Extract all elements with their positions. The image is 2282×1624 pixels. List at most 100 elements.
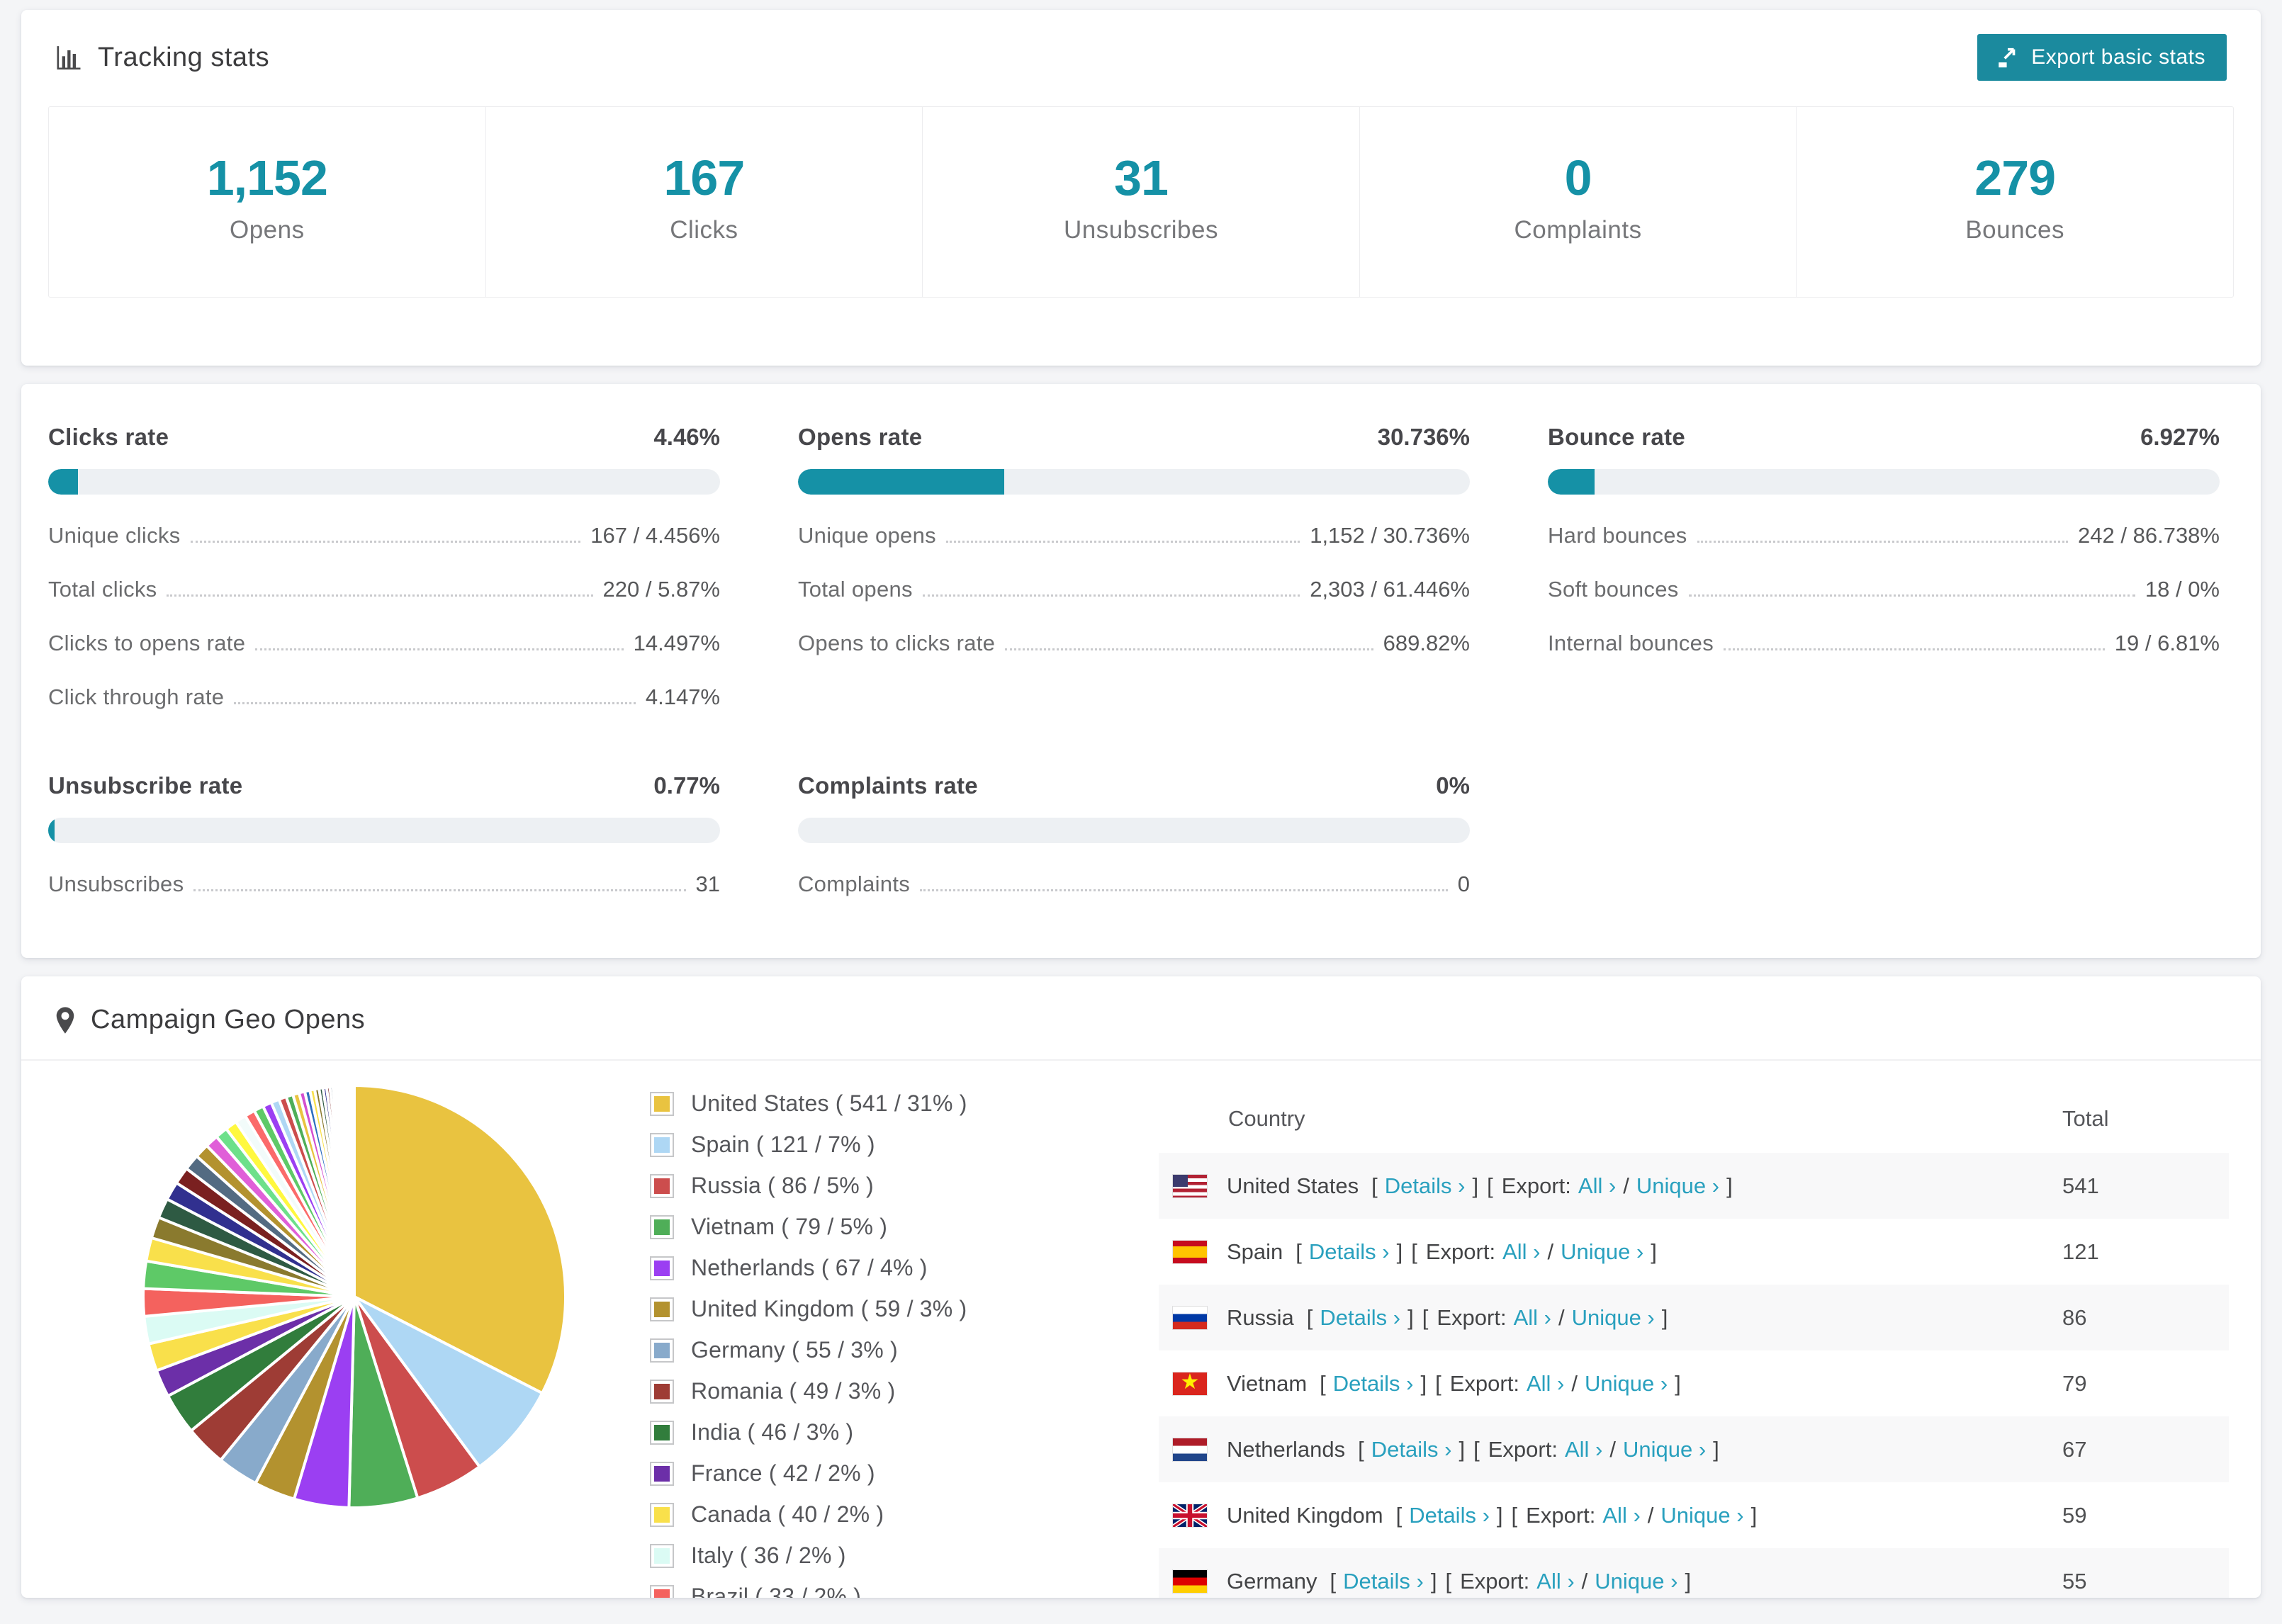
rate-stat-value: 18 / 0% bbox=[2145, 577, 2220, 602]
legend-item[interactable]: France ( 42 / 2% ) bbox=[650, 1460, 982, 1487]
export-icon bbox=[1996, 45, 2020, 69]
legend-label: India ( 46 / 3% ) bbox=[691, 1419, 854, 1445]
export-unique-link[interactable]: Unique › bbox=[1636, 1173, 1719, 1199]
tracking-stats-card: Tracking stats Export basic stats 1,152 … bbox=[21, 10, 2261, 366]
summary-stat: 0 Complaints bbox=[1359, 107, 1797, 297]
export-unique-link[interactable]: Unique › bbox=[1561, 1239, 1643, 1265]
export-all-link[interactable]: All › bbox=[1536, 1569, 1574, 1594]
table-row: Russia [Details ›] [Export: All › / Uniq… bbox=[1159, 1285, 2229, 1350]
legend-item[interactable]: India ( 46 / 3% ) bbox=[650, 1419, 982, 1445]
country-total: 67 bbox=[2062, 1436, 2087, 1462]
geo-pie-chart[interactable] bbox=[138, 1081, 570, 1516]
geo-table-header: Country Total bbox=[1159, 1081, 2229, 1153]
legend-item[interactable]: Spain ( 121 / 7% ) bbox=[650, 1132, 982, 1158]
country-name: Netherlands bbox=[1227, 1436, 1346, 1462]
country-total: 79 bbox=[2062, 1370, 2087, 1396]
table-row: Germany [Details ›] [Export: All › / Uni… bbox=[1159, 1548, 2229, 1598]
legend-label: France ( 42 / 2% ) bbox=[691, 1460, 875, 1486]
rate-title: Complaints rate bbox=[798, 772, 978, 799]
export-unique-link[interactable]: Unique › bbox=[1595, 1569, 1677, 1594]
summary-stat-label: Unsubscribes bbox=[1063, 216, 1218, 244]
legend-item[interactable]: United States ( 541 / 31% ) bbox=[650, 1090, 982, 1117]
legend-item[interactable]: United Kingdom ( 59 / 3% ) bbox=[650, 1296, 982, 1322]
legend-swatch bbox=[650, 1543, 674, 1568]
legend-item[interactable]: Brazil ( 33 / 2% ) bbox=[650, 1584, 982, 1598]
export-all-link[interactable]: All › bbox=[1527, 1371, 1564, 1397]
legend-swatch bbox=[650, 1256, 674, 1280]
details-link[interactable]: Details › bbox=[1409, 1503, 1490, 1528]
geo-opens-card: Campaign Geo Opens United States ( 541 /… bbox=[21, 976, 2261, 1598]
summary-stat-label: Clicks bbox=[670, 216, 738, 244]
export-all-link[interactable]: All › bbox=[1565, 1437, 1602, 1462]
country-flag-icon bbox=[1173, 1240, 1207, 1263]
rate-stat-value: 167 / 4.456% bbox=[590, 523, 720, 548]
table-row: Netherlands [Details ›] [Export: All › /… bbox=[1159, 1416, 2229, 1482]
rate-stat-label: Opens to clicks rate bbox=[798, 631, 996, 655]
export-unique-link[interactable]: Unique › bbox=[1572, 1305, 1655, 1331]
rate-stat-label: Total opens bbox=[798, 577, 913, 602]
legend-item[interactable]: Vietnam ( 79 / 5% ) bbox=[650, 1214, 982, 1240]
export-all-link[interactable]: All › bbox=[1602, 1503, 1640, 1528]
legend-item[interactable]: Germany ( 55 / 3% ) bbox=[650, 1337, 982, 1363]
rate-stat-label: Complaints bbox=[798, 872, 911, 896]
summary-stat: 31 Unsubscribes bbox=[922, 107, 1359, 297]
export-unique-link[interactable]: Unique › bbox=[1585, 1371, 1668, 1397]
rate-progress-bar bbox=[798, 469, 1470, 495]
summary-stat-label: Complaints bbox=[1514, 216, 1642, 244]
rate-stat-value: 4.147% bbox=[645, 684, 720, 709]
legend-label: Germany ( 55 / 3% ) bbox=[691, 1337, 898, 1363]
dotted-leader bbox=[234, 702, 636, 704]
details-link[interactable]: Details › bbox=[1333, 1371, 1414, 1397]
country-flag-icon bbox=[1173, 1569, 1207, 1593]
legend-swatch bbox=[650, 1584, 674, 1598]
dotted-leader bbox=[1697, 541, 2069, 543]
legend-label: Spain ( 121 / 7% ) bbox=[691, 1132, 875, 1157]
legend-item[interactable]: Romania ( 49 / 3% ) bbox=[650, 1378, 982, 1404]
rate-stat-value: 14.497% bbox=[633, 631, 720, 655]
map-pin-icon bbox=[54, 1006, 77, 1034]
dotted-leader bbox=[255, 648, 624, 650]
rate-progress-fill bbox=[1548, 469, 1595, 495]
rate-block: Clicks rate 4.46% Unique clicks 167 / 4.… bbox=[48, 424, 720, 710]
legend-swatch bbox=[650, 1420, 674, 1445]
export-basic-stats-button[interactable]: Export basic stats bbox=[1977, 34, 2227, 81]
legend-swatch bbox=[650, 1173, 674, 1198]
export-all-link[interactable]: All › bbox=[1502, 1239, 1540, 1265]
legend-swatch bbox=[650, 1132, 674, 1157]
rate-progress-bar bbox=[48, 818, 720, 843]
details-link[interactable]: Details › bbox=[1320, 1305, 1400, 1331]
geo-legend: United States ( 541 / 31% ) Spain ( 121 … bbox=[650, 1090, 982, 1598]
details-link[interactable]: Details › bbox=[1309, 1239, 1390, 1265]
export-unique-link[interactable]: Unique › bbox=[1660, 1503, 1743, 1528]
dotted-leader bbox=[193, 889, 686, 891]
export-all-link[interactable]: All › bbox=[1514, 1305, 1551, 1331]
rate-stat-row: Total clicks 220 / 5.87% bbox=[48, 577, 720, 602]
country-total: 55 bbox=[2062, 1568, 2087, 1594]
rate-stat-row: Click through rate 4.147% bbox=[48, 684, 720, 710]
legend-item[interactable]: Italy ( 36 / 2% ) bbox=[650, 1543, 982, 1569]
country-total: 59 bbox=[2062, 1502, 2087, 1528]
details-link[interactable]: Details › bbox=[1385, 1173, 1466, 1199]
export-all-link[interactable]: All › bbox=[1578, 1173, 1616, 1199]
rate-block: Unsubscribe rate 0.77% Unsubscribes 31 bbox=[48, 772, 720, 897]
rate-progress-bar bbox=[48, 469, 720, 495]
details-link[interactable]: Details › bbox=[1371, 1437, 1452, 1462]
rate-block: Opens rate 30.736% Unique opens 1,152 / … bbox=[798, 424, 1470, 710]
rate-stat-row: Soft bounces 18 / 0% bbox=[1548, 577, 2220, 602]
legend-item[interactable]: Netherlands ( 67 / 4% ) bbox=[650, 1255, 982, 1281]
rate-stat-row: Unique opens 1,152 / 30.736% bbox=[798, 523, 1470, 548]
country-name: Spain bbox=[1227, 1239, 1283, 1264]
country-flag-icon bbox=[1173, 1174, 1207, 1197]
rate-value: 4.46% bbox=[653, 424, 720, 450]
rate-stat-label: Click through rate bbox=[48, 684, 225, 709]
legend-label: Romania ( 49 / 3% ) bbox=[691, 1378, 896, 1404]
column-country: Country bbox=[1228, 1106, 1305, 1131]
details-link[interactable]: Details › bbox=[1343, 1569, 1424, 1594]
summary-stat-label: Opens bbox=[229, 216, 305, 244]
legend-item[interactable]: Canada ( 40 / 2% ) bbox=[650, 1501, 982, 1528]
export-unique-link[interactable]: Unique › bbox=[1623, 1437, 1706, 1462]
legend-swatch bbox=[650, 1502, 674, 1527]
table-row: Spain [Details ›] [Export: All › / Uniqu… bbox=[1159, 1219, 2229, 1285]
legend-item[interactable]: Russia ( 86 / 5% ) bbox=[650, 1173, 982, 1199]
rate-progress-fill bbox=[48, 469, 79, 495]
